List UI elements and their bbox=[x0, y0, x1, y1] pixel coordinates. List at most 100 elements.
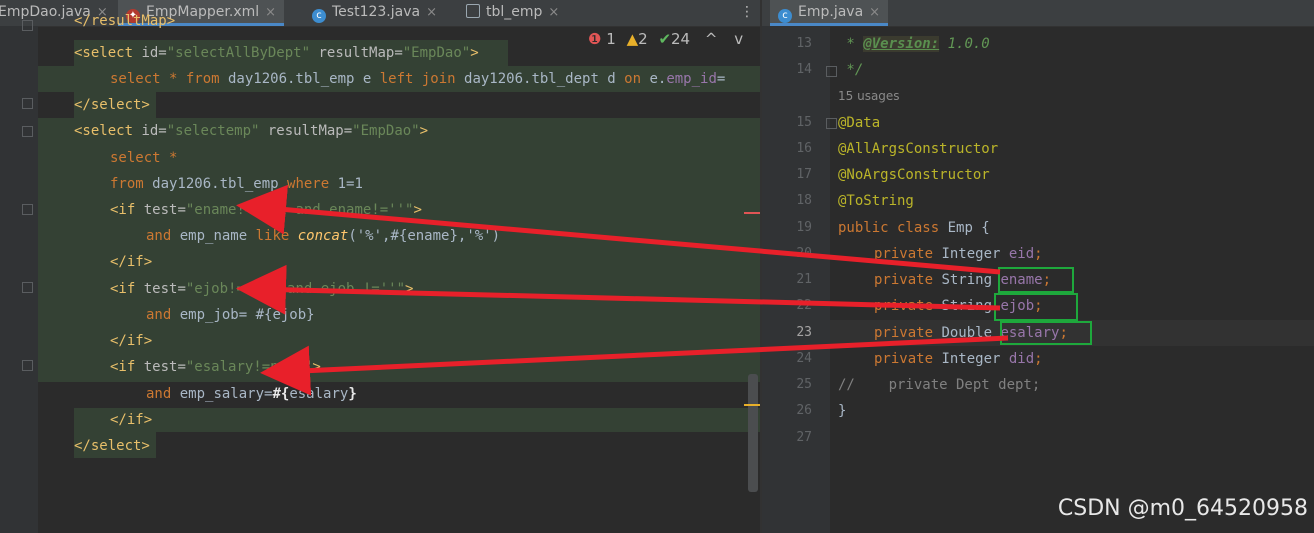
table-icon bbox=[466, 4, 480, 18]
code-line: and emp_salary=#{esalary} bbox=[146, 381, 357, 407]
watermark: CSDN @m0_64520958 bbox=[1057, 496, 1308, 521]
code-token: private bbox=[874, 325, 934, 341]
code-token: <if bbox=[110, 281, 136, 297]
code-token: day1206.tbl_emp bbox=[143, 176, 288, 192]
line-number: 19 bbox=[796, 220, 812, 235]
code-token: "selectAllByDept" bbox=[166, 45, 311, 61]
code-token: emp_salary= bbox=[171, 386, 273, 402]
line-number: 18 bbox=[796, 193, 812, 208]
more-tabs-icon[interactable]: ⋮ bbox=[740, 0, 754, 26]
code-token: 1=1 bbox=[329, 176, 363, 192]
inspection-widget[interactable]: ❶ 1 ▲2 ✔24 ^ v bbox=[588, 30, 743, 48]
tab-test123[interactable]: c Test123.java × bbox=[312, 0, 437, 26]
code-line: </select> bbox=[74, 433, 150, 459]
line-number: 16 bbox=[796, 141, 812, 156]
code-token: @Version: bbox=[863, 36, 940, 52]
code-token: </resultMap> bbox=[74, 13, 176, 29]
code-token: from bbox=[185, 71, 220, 87]
xml-editor-pane[interactable]: EmpDao.java × ✦ EmpMapper.xml × c Test123.ja… bbox=[0, 0, 760, 533]
code-token: } bbox=[348, 386, 357, 402]
code-line: @NoArgsConstructor bbox=[838, 167, 990, 183]
fold-icon[interactable] bbox=[826, 66, 837, 77]
code-token: like bbox=[255, 228, 290, 244]
code-token: from bbox=[110, 176, 144, 192]
code-token: public class bbox=[838, 220, 940, 236]
close-icon[interactable]: × bbox=[426, 5, 437, 20]
close-icon[interactable]: × bbox=[265, 5, 276, 20]
code-line: private Integer did; bbox=[874, 346, 1043, 372]
code-token: eid bbox=[1008, 246, 1035, 262]
code-token: esalary bbox=[289, 386, 349, 402]
code-token: test= bbox=[135, 202, 186, 218]
code-token: <if bbox=[110, 202, 136, 218]
code-line: </if> bbox=[110, 328, 152, 354]
java-class-icon: c bbox=[778, 9, 792, 23]
code-token: <select bbox=[74, 45, 134, 61]
code-token: emp_job= #{ejob} bbox=[171, 307, 315, 323]
code-token: Emp { bbox=[939, 220, 990, 236]
warning-icon: ▲ bbox=[626, 30, 639, 48]
code-token: "EmpDao" bbox=[402, 45, 471, 61]
java-class-icon: c bbox=[312, 9, 326, 23]
check-icon: ✔ bbox=[658, 30, 672, 48]
usages-hint[interactable]: 15 usages bbox=[838, 89, 900, 103]
java-editor-pane[interactable]: c Emp.java × 13 14 15 16 17 18 19 20 21 22… bbox=[762, 0, 1314, 533]
code-token: emp_name bbox=[171, 228, 256, 244]
code-token: 1.0.0 bbox=[939, 36, 990, 52]
line-number: 23 bbox=[796, 325, 812, 340]
error-count: 1 bbox=[606, 30, 616, 48]
fold-icon[interactable] bbox=[22, 282, 33, 293]
code-token: test= bbox=[135, 281, 186, 297]
tab-label: Test123.java bbox=[332, 4, 421, 20]
fold-icon[interactable] bbox=[826, 118, 837, 129]
code-token: where bbox=[287, 176, 330, 192]
tab-emp-java[interactable]: c Emp.java × bbox=[770, 0, 889, 26]
code-token: "EmpDao" bbox=[352, 123, 420, 139]
code-token: on bbox=[624, 71, 642, 87]
code-line: public class Emp { bbox=[838, 215, 990, 241]
warning-count: 2 bbox=[638, 30, 648, 48]
code-token: and bbox=[146, 307, 172, 323]
code-token: and bbox=[146, 228, 172, 244]
code-line: <if test="ejob!=null and ejob !=''"> bbox=[110, 276, 413, 302]
fold-icon[interactable] bbox=[22, 126, 33, 137]
code-token: "esalary!=null" bbox=[185, 359, 313, 375]
code-token: > bbox=[419, 123, 429, 139]
code-token: e. bbox=[641, 71, 667, 87]
next-highlight-button[interactable]: v bbox=[734, 30, 743, 48]
code-token: <if bbox=[110, 359, 136, 375]
code-token: String bbox=[933, 272, 1001, 288]
code-line: <select id="selectAllByDept" resultMap="… bbox=[74, 40, 479, 66]
code-token: ; bbox=[1034, 351, 1043, 367]
code-line: <select id="selectemp" resultMap="EmpDao… bbox=[74, 118, 428, 144]
code-token: Integer bbox=[933, 246, 1009, 262]
code-token: id= bbox=[133, 123, 167, 139]
code-token: ('%',#{ename},'%') bbox=[348, 228, 501, 244]
code-token: </if> bbox=[110, 333, 153, 349]
scrollbar[interactable] bbox=[748, 374, 758, 492]
code-token: </select> bbox=[74, 97, 150, 113]
fold-icon[interactable] bbox=[22, 360, 33, 371]
previous-highlight-button[interactable]: ^ bbox=[705, 30, 718, 48]
code-line: <if test="ename!=null and ename!=''"> bbox=[110, 197, 422, 223]
line-number: 13 bbox=[796, 36, 812, 51]
code-line: } bbox=[838, 403, 847, 419]
fold-icon[interactable] bbox=[22, 204, 33, 215]
close-icon[interactable]: × bbox=[869, 5, 880, 20]
code-token: resultMap= bbox=[259, 123, 353, 139]
code-line: @ToString bbox=[838, 193, 914, 209]
code-token: private bbox=[874, 351, 934, 367]
close-icon[interactable]: × bbox=[548, 5, 559, 20]
line-number: 14 bbox=[796, 62, 812, 77]
code-token: "ename!=null and ename!=''" bbox=[185, 202, 414, 218]
code-token: > bbox=[405, 281, 414, 297]
editor-tab-bar: c Emp.java × bbox=[762, 0, 1314, 27]
line-number: 26 bbox=[796, 403, 812, 418]
fold-icon[interactable] bbox=[22, 20, 33, 31]
tab-tbl-emp[interactable]: tbl_emp × bbox=[466, 0, 559, 26]
line-number: 21 bbox=[796, 272, 812, 287]
fold-icon[interactable] bbox=[22, 98, 33, 109]
code-line: and emp_job= #{ejob} bbox=[146, 302, 315, 328]
code-token: = bbox=[716, 71, 726, 87]
code-token: </if> bbox=[110, 254, 153, 270]
